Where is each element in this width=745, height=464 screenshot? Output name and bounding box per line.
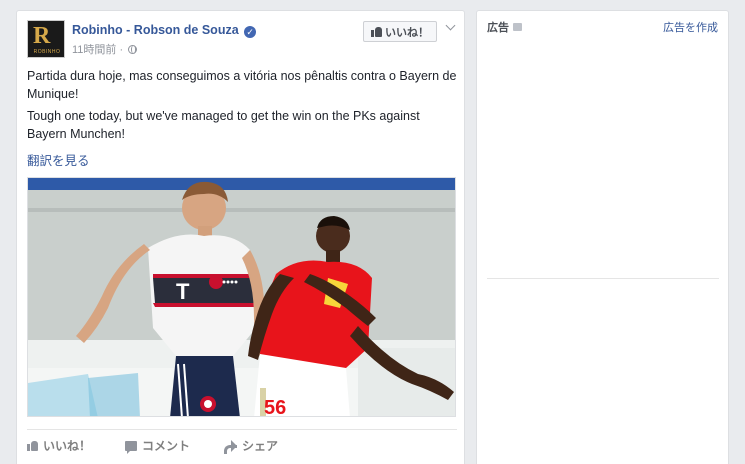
sponsor-logo: T [176,279,190,304]
globe-icon[interactable] [128,45,138,54]
comment-button[interactable]: コメント [125,437,190,454]
post-action-bar: いいね！ コメント シェア [27,429,457,454]
chevron-down-icon[interactable] [445,21,457,33]
author-name-link[interactable]: Robinho - Robson de Souza ✓ [72,23,257,38]
share-label: シェア [242,439,279,453]
like-page-button[interactable]: いいね！ [363,21,437,42]
thumbs-up-icon [27,440,38,451]
verified-badge-icon: ✓ [244,26,257,38]
avatar-monogram: R [33,23,51,49]
post-card: R ROBINHO Robinho - Robson de Souza ✓ 11… [16,10,465,464]
post-text-english: Tough one today, but we've managed to ge… [27,109,420,141]
ads-panel: 広告 広告を作成 [476,10,729,464]
share-icon [224,440,238,454]
post-text-portuguese: Partida dura hoje, mas conseguimos a vit… [27,69,457,101]
ad-info-icon[interactable] [513,23,522,31]
post-photo[interactable]: T 56 [27,177,456,417]
post-time-link[interactable]: 11時間前 [72,44,116,56]
see-translation-link[interactable]: 翻訳を見る [27,150,90,169]
photo-illustration: T 56 [28,178,455,417]
jersey-number: 56 [264,397,286,417]
like-page-label: いいね！ [385,26,429,39]
post-meta: 11時間前 · [72,41,138,57]
ads-header: 広告 [487,19,522,35]
meta-separator: · [116,44,127,56]
share-button[interactable]: シェア [224,437,278,454]
like-label: いいね！ [43,439,92,453]
author-name: Robinho - Robson de Souza [72,23,239,37]
ads-title: 広告 [487,22,509,34]
comment-icon [125,440,138,454]
thumbs-up-icon [371,26,382,37]
ads-divider [487,278,719,279]
avatar[interactable]: R ROBINHO [27,20,65,58]
like-button[interactable]: いいね！ [27,437,91,454]
post-text: Partida dura hoje, mas conseguimos a vit… [27,67,457,147]
avatar-subtext: ROBINHO [33,49,61,55]
create-ad-link[interactable]: 広告を作成 [663,19,718,35]
comment-label: コメント [142,439,191,453]
